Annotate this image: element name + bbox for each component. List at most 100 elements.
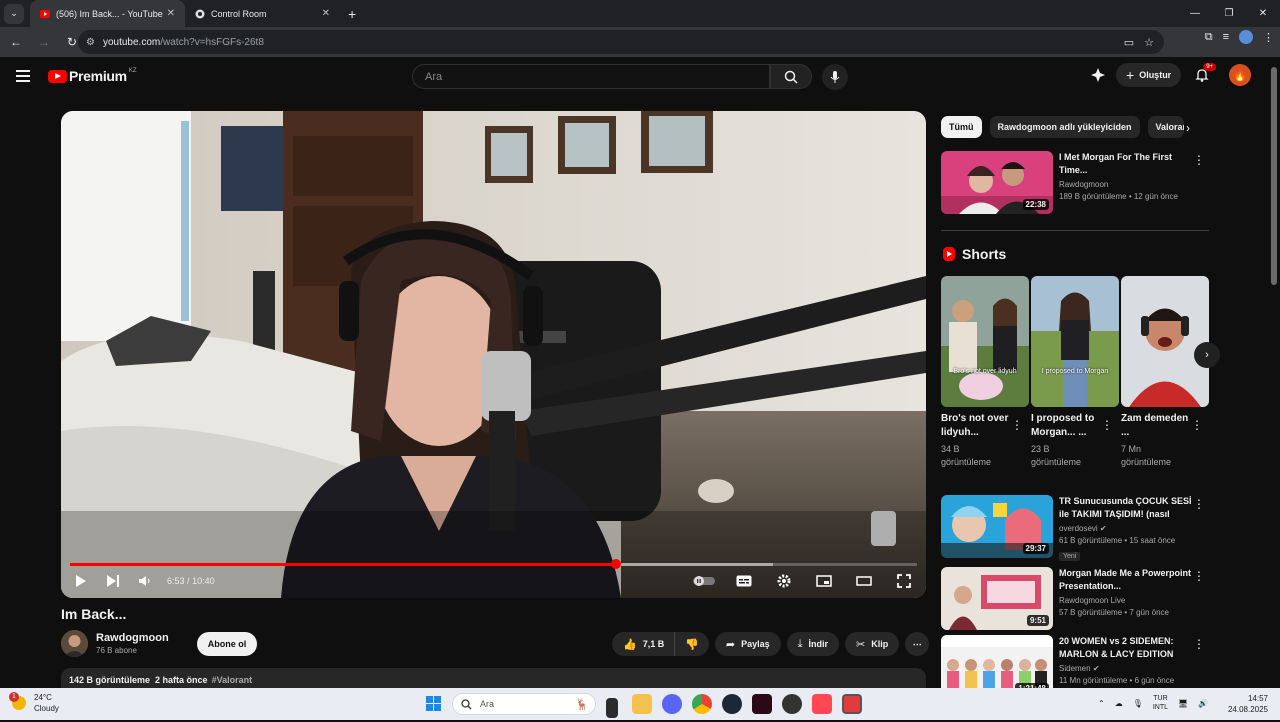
weather-widget[interactable]: 1 24°C Cloudy [9, 692, 59, 714]
chip-valorant[interactable]: Valorant [1147, 116, 1184, 138]
autoplay-toggle[interactable] [692, 569, 716, 593]
more-vert-icon[interactable]: ⋮ [1193, 569, 1205, 583]
search-button[interactable] [770, 64, 812, 89]
task-view-icon[interactable] [606, 698, 618, 718]
progress-bar[interactable] [70, 559, 917, 569]
chips-next-icon[interactable]: › [1186, 121, 1190, 135]
tab-search-button[interactable]: ⌄ [4, 3, 24, 24]
play-button[interactable] [69, 569, 93, 593]
app-icon[interactable] [752, 694, 772, 714]
rec-channel[interactable]: overdosevi ✔ [1059, 524, 1193, 533]
tab-close-icon[interactable]: ✕ [322, 8, 330, 19]
channel-name[interactable]: Rawdogmoon [96, 632, 169, 644]
obs-icon[interactable] [782, 694, 802, 714]
app-active-icon[interactable] [842, 694, 862, 714]
restore-icon[interactable]: ❐ [1212, 0, 1246, 27]
new-tab-icon[interactable]: + [348, 6, 356, 22]
minimize-icon[interactable]: — [1178, 0, 1212, 27]
short-item[interactable]: Bro's not over lidyuh Bro's not over lid… [941, 276, 1029, 469]
youtube-logo[interactable]: Premium KZ [48, 68, 136, 84]
chrome-icon[interactable] [692, 694, 712, 714]
fullscreen-button[interactable] [892, 569, 916, 593]
like-button[interactable]: 👍 7,1 B [612, 632, 675, 656]
short-thumbnail[interactable]: I proposed to Morgan [1031, 276, 1119, 407]
chip-from-uploader[interactable]: Rawdogmoon adlı yükleyiciden [989, 116, 1140, 138]
share-button[interactable]: ➦ Paylaş [714, 632, 781, 656]
mute-button[interactable] [133, 569, 157, 593]
rec-title[interactable]: Morgan Made Me a Powerpoint Presentation… [1059, 567, 1193, 593]
recommended-video[interactable]: 22:38 I Met Morgan For The First Time...… [941, 151, 1209, 214]
discord-icon[interactable] [662, 694, 682, 714]
account-avatar[interactable]: 🔥 [1229, 64, 1252, 86]
search-input[interactable]: Ara [412, 64, 770, 89]
video-thumbnail[interactable]: 29:37 [941, 495, 1053, 558]
shorts-next-button[interactable]: › [1194, 342, 1220, 368]
rec-channel[interactable]: Rawdogmoon Live [1059, 596, 1193, 605]
install-app-icon[interactable]: ▭ [1124, 36, 1134, 49]
extensions-icon[interactable]: ⧉ [1205, 31, 1213, 44]
settings-button[interactable] [772, 569, 796, 593]
short-title[interactable]: Bro's not over lidyuh... [941, 412, 1013, 440]
short-item[interactable]: I proposed to Morgan I proposed to Morga… [1031, 276, 1119, 469]
bookmark-star-icon[interactable]: ☆ [1144, 36, 1154, 49]
recommended-video[interactable]: 9:51 Morgan Made Me a Powerpoint Present… [941, 567, 1209, 630]
taskbar-search[interactable]: Ara 🦌 [452, 693, 596, 715]
rec-title[interactable]: 20 WOMEN vs 2 SIDEMEN: MARLON & LACY EDI… [1059, 635, 1193, 661]
notifications-button[interactable]: 9+ [1195, 63, 1217, 82]
video-thumbnail[interactable]: 22:38 [941, 151, 1053, 214]
window-close-icon[interactable]: ✕ [1246, 0, 1280, 27]
tab-control-room[interactable]: Control Room ✕ [185, 0, 340, 27]
create-button[interactable]: + Oluştur [1116, 63, 1182, 87]
file-explorer-icon[interactable] [632, 694, 652, 714]
more-vert-icon[interactable]: ⋮ [1101, 418, 1113, 432]
hamburger-menu-icon[interactable] [16, 70, 30, 82]
steam-icon[interactable] [722, 694, 742, 714]
voice-search-button[interactable] [822, 64, 848, 90]
address-bar[interactable]: ⚙ youtube.com/watch?v=hsFGFs-26t8 ▭ ☆ [78, 30, 1164, 54]
more-actions-button[interactable]: ⋯ [905, 632, 930, 656]
short-title[interactable]: I proposed to Morgan... ... [1031, 412, 1103, 440]
valorant-icon[interactable] [812, 694, 832, 714]
forward-icon[interactable]: → [32, 30, 56, 54]
short-title[interactable]: Zam demeden ... [1121, 412, 1193, 440]
chip-all[interactable]: Tümü [941, 116, 982, 138]
profile-avatar[interactable] [1239, 30, 1253, 44]
rec-title[interactable]: TR Sunucusunda ÇOCUK SESİ ile TAKIMI TAŞ… [1059, 495, 1193, 521]
next-button[interactable] [101, 569, 125, 593]
tray-mic-icon[interactable]: 🎙 [1133, 699, 1143, 708]
tab-close-icon[interactable]: ✕ [167, 8, 175, 19]
page-scrollbar[interactable] [1268, 57, 1280, 688]
video-thumbnail[interactable]: 9:51 [941, 567, 1053, 630]
download-button[interactable]: ⤓ İndir [786, 632, 840, 656]
browser-menu-icon[interactable]: ⋮ [1263, 31, 1274, 44]
site-info-icon[interactable]: ⚙ [86, 37, 95, 48]
video-player[interactable]: 6:53 / 10:40 [61, 111, 926, 598]
more-vert-icon[interactable]: ⋮ [1191, 418, 1203, 432]
more-vert-icon[interactable]: ⋮ [1193, 637, 1205, 651]
language-indicator[interactable]: TUR INTL [1153, 694, 1168, 712]
tray-app-icon[interactable]: ☁ [1115, 699, 1123, 708]
clock[interactable]: 14:57 24.08.2025 [1228, 693, 1268, 715]
clip-button[interactable]: ✂ Klip [845, 632, 900, 656]
short-item[interactable]: Zam demeden ... 7 Mn görüntüleme ⋮ [1121, 276, 1209, 469]
scrollbar-thumb[interactable] [1271, 67, 1277, 285]
subscribe-button[interactable]: Abone ol [196, 631, 258, 656]
miniplayer-button[interactable] [812, 569, 836, 593]
dislike-button[interactable]: 👎 [674, 632, 709, 656]
more-vert-icon[interactable]: ⋮ [1193, 153, 1205, 167]
subtitles-button[interactable] [732, 569, 756, 593]
reading-list-icon[interactable]: ≡ [1223, 31, 1229, 43]
tray-chevron-icon[interactable]: ⌃ [1098, 699, 1105, 708]
hashtag[interactable]: #Valorant [212, 675, 253, 685]
theater-mode-button[interactable] [852, 569, 876, 593]
more-vert-icon[interactable]: ⋮ [1011, 418, 1023, 432]
windows-start-icon[interactable] [426, 696, 441, 711]
speaker-icon[interactable]: 🔊 [1198, 699, 1208, 708]
short-thumbnail[interactable] [1121, 276, 1209, 407]
tab-youtube[interactable]: (506) Im Back... - YouTube ✕ [30, 0, 185, 27]
rec-channel[interactable]: Sidemen ✔ [1059, 664, 1193, 673]
recommended-video[interactable]: 29:37 TR Sunucusunda ÇOCUK SESİ ile TAKI… [941, 495, 1209, 563]
back-icon[interactable]: ← [4, 30, 28, 54]
channel-avatar[interactable] [61, 630, 88, 657]
network-icon[interactable]: 🖥 [1178, 699, 1188, 708]
